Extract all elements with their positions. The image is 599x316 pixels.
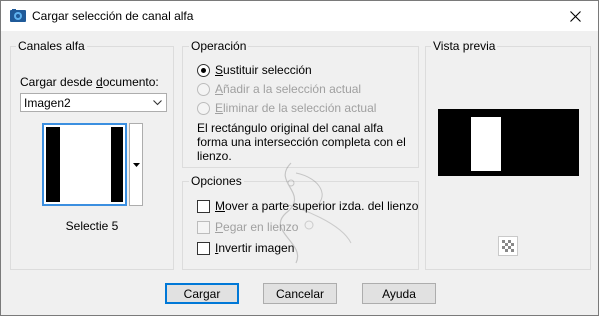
document-select-value: Imagen2	[24, 95, 71, 110]
operation-description: El rectángulo original del canal alfa fo…	[197, 121, 406, 163]
checkbox-paste-on-canvas[interactable]: Pegar en lienzo	[197, 219, 298, 235]
triangle-down-icon	[132, 162, 140, 167]
chevron-down-icon	[148, 94, 166, 111]
help-button[interactable]: Ayuda	[362, 283, 436, 304]
radio-button[interactable]	[197, 101, 210, 115]
radio-label: Eliminar de la selección actual	[215, 101, 377, 115]
checkbox-label: Invertir imagen	[215, 241, 295, 255]
options-group: Opciones Mover a parte superior izda. de…	[182, 174, 419, 270]
operation-group: Operación Sustituir selección Añadir a l…	[182, 39, 419, 168]
radio-button[interactable]	[197, 82, 210, 96]
checkbox-move-top-left[interactable]: Mover a parte superior izda. del lienzo	[197, 198, 418, 214]
alpha-channels-group: Canales alfa Cargar desde documento: Ima…	[10, 39, 174, 270]
radio-button[interactable]	[197, 63, 210, 77]
thumbnail-dropdown-button[interactable]	[129, 123, 143, 206]
close-button[interactable]	[552, 1, 598, 31]
radio-remove-from-selection[interactable]: Eliminar de la selección actual	[197, 100, 376, 116]
window-title: Cargar selección de canal alfa	[32, 9, 194, 23]
checkbox-invert-image[interactable]: Invertir imagen	[197, 240, 294, 256]
close-icon	[569, 10, 581, 22]
radio-replace-selection[interactable]: Sustituir selección	[197, 62, 312, 78]
operation-label: Operación	[189, 39, 249, 53]
options-label: Opciones	[189, 174, 244, 188]
preview-toggle-button[interactable]	[498, 236, 518, 256]
checkbox-label: Mover a parte superior izda. del lienzo	[215, 199, 419, 213]
radio-label: Sustituir selección	[215, 63, 312, 77]
load-from-document-label: Cargar desde documento:	[20, 75, 159, 89]
selection-name: Selectie 5	[65, 219, 119, 233]
title-bar: Cargar selección de canal alfa	[1, 1, 598, 31]
cancel-button[interactable]: Cancelar	[263, 283, 337, 304]
checkbox[interactable]	[197, 199, 210, 213]
checkerboard-icon	[502, 240, 514, 252]
document-select[interactable]: Imagen2	[20, 93, 167, 112]
preview-label: Vista previa	[431, 39, 498, 53]
preview-image	[438, 109, 579, 176]
radio-label: Añadir a la selección actual	[215, 82, 362, 96]
checkbox[interactable]	[197, 241, 210, 255]
alpha-selection-thumbnail[interactable]	[42, 123, 127, 206]
preview-group: Vista previa	[425, 39, 591, 270]
paint-shop-pro-icon	[10, 9, 26, 23]
checkbox-label: Pegar en lienzo	[215, 220, 299, 234]
checkbox[interactable]	[197, 220, 210, 234]
radio-add-to-selection[interactable]: Añadir a la selección actual	[197, 81, 361, 97]
alpha-channels-label: Canales alfa	[16, 39, 87, 53]
thumbnail-image	[46, 127, 123, 202]
load-button[interactable]: Cargar	[165, 283, 239, 304]
dialog-window: Cargar selección de canal alfa Canales a…	[0, 0, 599, 316]
